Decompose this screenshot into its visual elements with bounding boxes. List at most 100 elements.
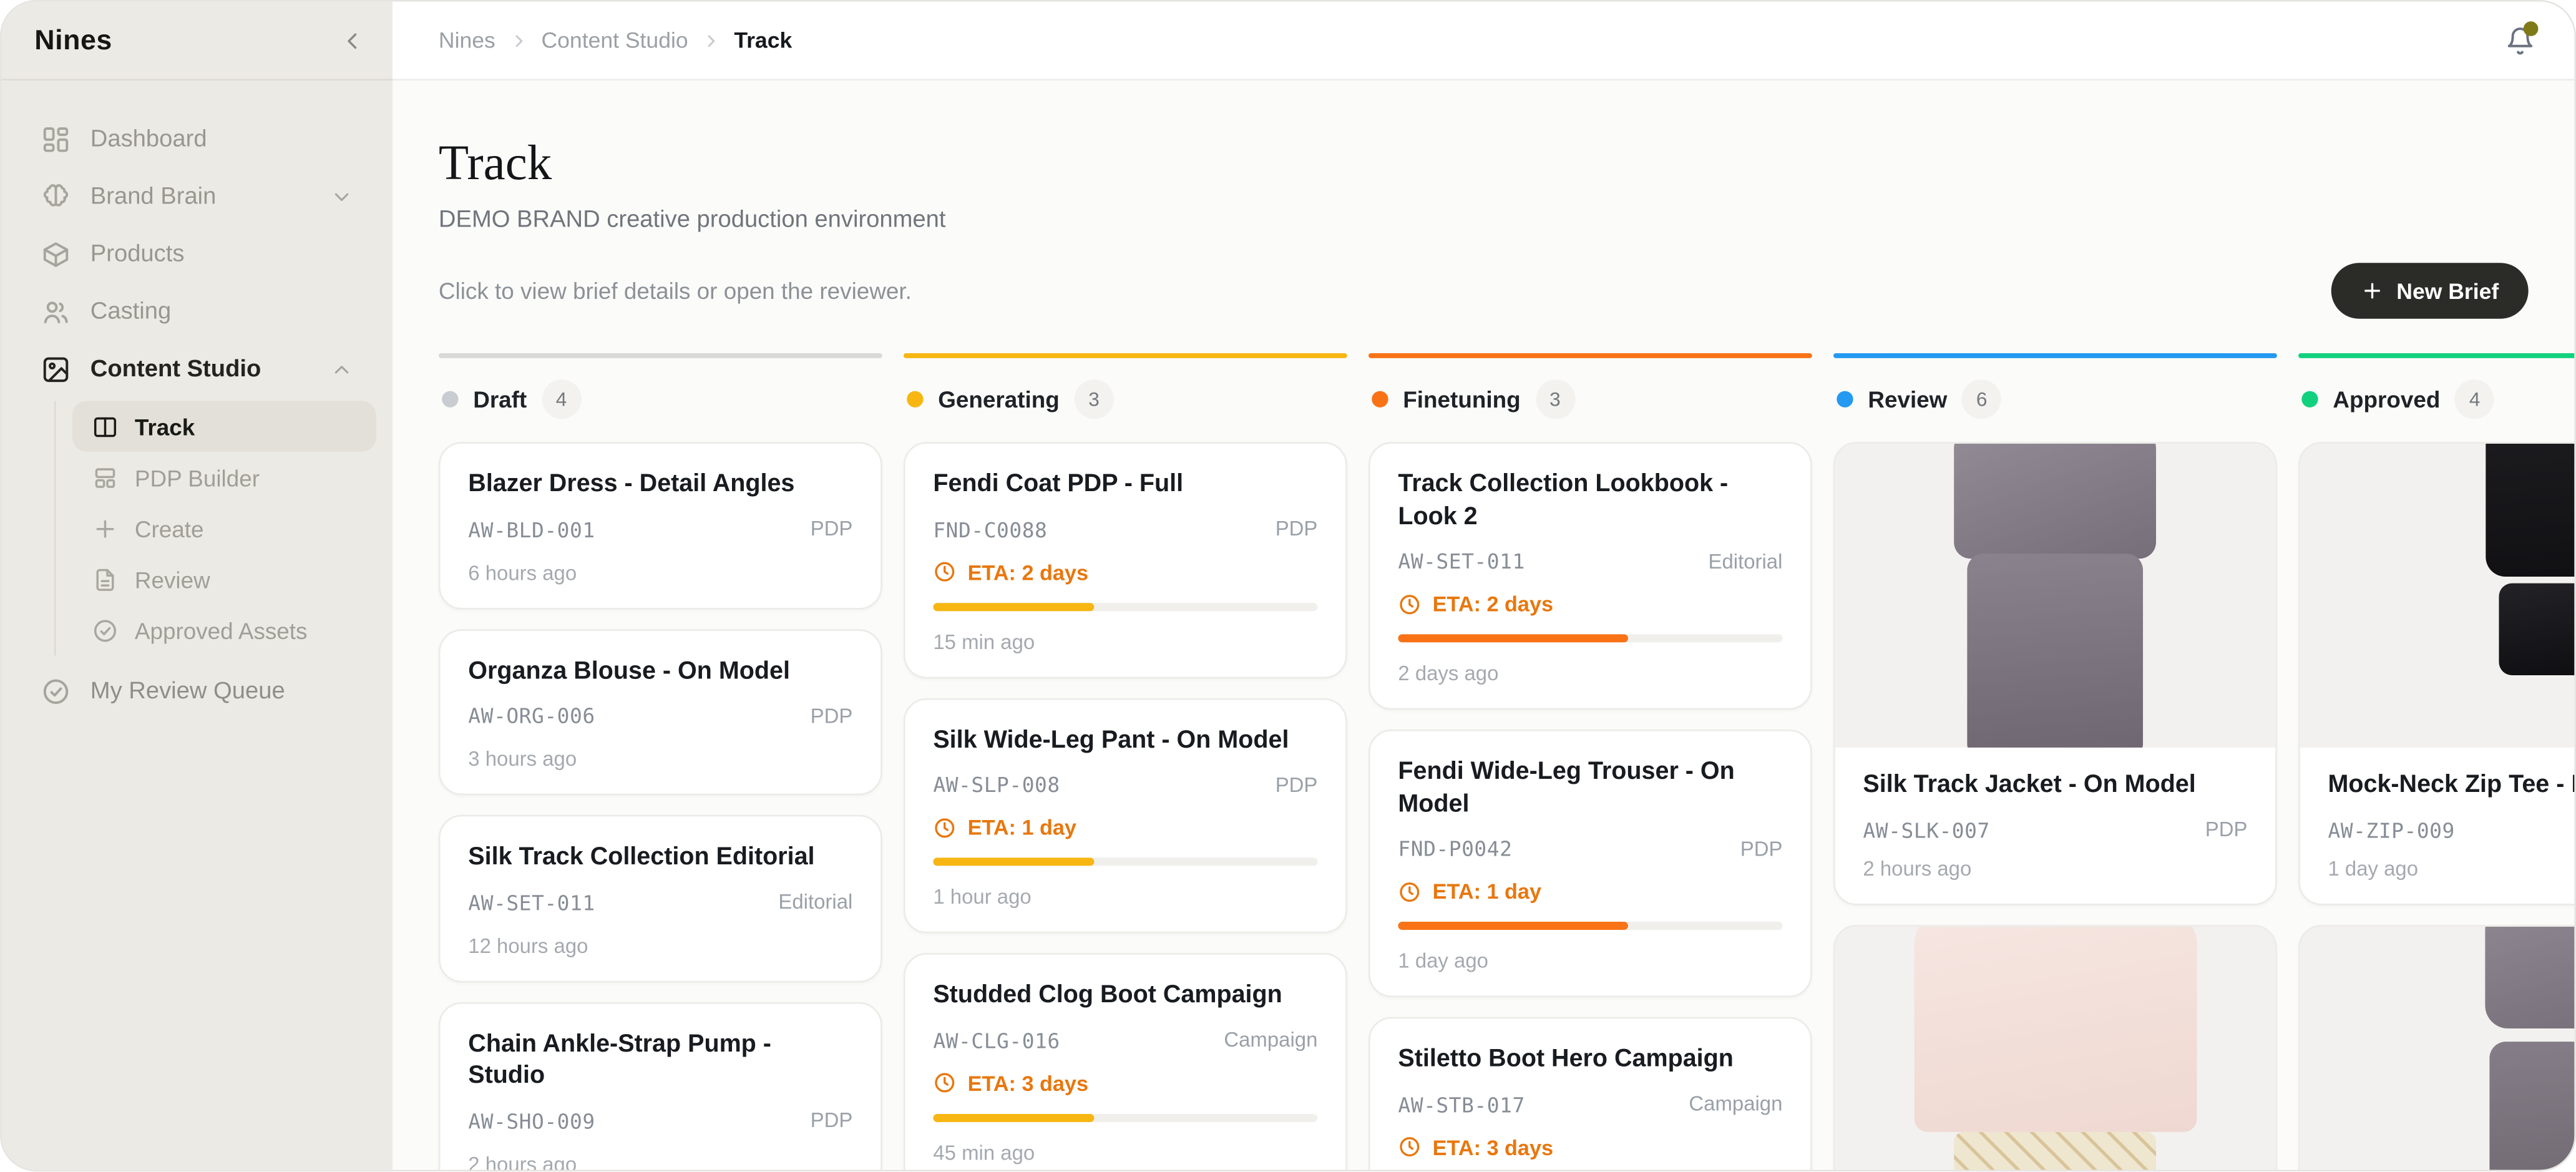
sidebar-item-label: Dashboard bbox=[90, 125, 353, 152]
progress-fill bbox=[933, 1113, 1095, 1121]
column-accent-bar bbox=[2298, 353, 2574, 358]
card-code: AW-CLG-016 bbox=[933, 1028, 1060, 1052]
column-count-badge: 4 bbox=[542, 379, 581, 419]
breadcrumb-item-nines[interactable]: Nines bbox=[439, 28, 495, 52]
brief-card[interactable]: Track Collection Lookbook - Look 2 AW-SE… bbox=[1368, 442, 1812, 710]
column-accent-bar bbox=[1368, 353, 1812, 358]
sidebar-item-brand-brain[interactable]: Brand Brain bbox=[18, 168, 376, 225]
card-code: AW-ORG-006 bbox=[468, 703, 595, 728]
card-type: PDP bbox=[811, 704, 853, 727]
sidebar-item-label: Casting bbox=[90, 298, 353, 325]
sidebar-item-pdp-builder[interactable]: PDP Builder bbox=[72, 452, 376, 503]
column-title: Approved bbox=[2333, 386, 2440, 413]
card-time: 3 hours ago bbox=[468, 748, 852, 771]
card-type: Campaign bbox=[1224, 1028, 1317, 1052]
brief-card[interactable]: Silk Track Collection Editorial AW-SET-0… bbox=[439, 815, 882, 982]
progress-track bbox=[1398, 634, 1782, 642]
card-title: Studded Clog Boot Campaign bbox=[933, 979, 1317, 1011]
brief-card[interactable]: Organza Blouse - Front AW-ORG-006PDP bbox=[1833, 924, 2277, 1170]
brief-card[interactable]: Chain Ankle-Strap Pump - Studio AW-SHO-0… bbox=[439, 1002, 882, 1170]
brief-card[interactable]: Track Collection Lookbook - L AW-SET-010 bbox=[2298, 924, 2574, 1170]
progress-track bbox=[1398, 922, 1782, 930]
card-code: AW-SLK-007 bbox=[1863, 818, 1989, 842]
page-subtitle: DEMO BRAND creative production environme… bbox=[439, 207, 2529, 233]
card-photo bbox=[1835, 926, 2276, 1170]
clock-icon bbox=[1398, 880, 1421, 903]
card-time: 1 hour ago bbox=[933, 886, 1317, 909]
card-title: Fendi Wide-Leg Trouser - On Model bbox=[1398, 756, 1782, 820]
card-type: PDP bbox=[811, 517, 853, 540]
columns-icon bbox=[92, 413, 118, 439]
card-photo bbox=[1835, 444, 2276, 748]
progress-track bbox=[933, 1113, 1317, 1121]
notification-dot bbox=[2524, 21, 2539, 36]
brief-card[interactable]: Studded Clog Boot Campaign AW-CLG-016 Cam… bbox=[904, 953, 1347, 1170]
chevron-right-icon bbox=[701, 31, 721, 51]
eta-label: ETA: 1 day bbox=[968, 815, 1076, 839]
card-time: 2 hours ago bbox=[468, 1153, 852, 1170]
sidebar-item-create[interactable]: Create bbox=[72, 503, 376, 554]
brief-card[interactable]: Fendi Coat PDP - Full FND-C0088PDP ETA: … bbox=[904, 442, 1347, 678]
image-icon bbox=[41, 354, 71, 383]
card-code: AW-STB-017 bbox=[1398, 1091, 1525, 1116]
brief-card[interactable]: Blazer Dress - Detail Angles AW-BLD-001P… bbox=[439, 442, 882, 608]
column-accent-bar bbox=[904, 353, 1347, 358]
sidebar-item-review[interactable]: Review bbox=[72, 554, 376, 605]
sidebar-item-casting[interactable]: Casting bbox=[18, 283, 376, 340]
card-code: AW-SET-011 bbox=[1398, 549, 1525, 573]
card-code: FND-C0088 bbox=[933, 517, 1047, 541]
brief-card[interactable]: Fendi Wide-Leg Trouser - On Model FND-P0… bbox=[1368, 730, 1812, 997]
column-accent-bar bbox=[439, 353, 882, 358]
progress-track bbox=[933, 857, 1317, 866]
breadcrumb-item-content-studio[interactable]: Content Studio bbox=[542, 28, 688, 52]
sidebar-item-products[interactable]: Products bbox=[18, 225, 376, 283]
board-column-generating: Generating 3 Fendi Coat PDP - Full FND-C… bbox=[904, 353, 1347, 1170]
eta-label: ETA: 3 days bbox=[1433, 1135, 1553, 1159]
status-dot bbox=[1372, 391, 1388, 408]
card-time: 1 day ago bbox=[2328, 857, 2574, 880]
brief-card[interactable]: Organza Blouse - On Model AW-ORG-006PDP … bbox=[439, 628, 882, 795]
card-title: Silk Track Jacket - On Model bbox=[1863, 769, 2247, 801]
card-type: Editorial bbox=[1709, 550, 1783, 573]
board-column-review: Review 6 Silk Track Jacket - On Model AW… bbox=[1833, 353, 2277, 1170]
clock-icon bbox=[933, 816, 956, 839]
page-title: Track bbox=[439, 137, 2529, 193]
check-circle-icon bbox=[41, 676, 71, 705]
board-column-finetuning: Finetuning 3 Track Collection Lookbook -… bbox=[1368, 353, 1812, 1170]
card-photo bbox=[2300, 926, 2575, 1170]
column-header: Review 6 bbox=[1837, 379, 2277, 419]
status-dot bbox=[442, 391, 458, 408]
sidebar-item-label: Products bbox=[90, 241, 353, 267]
top-bar: Nines Content Studio Track bbox=[393, 2, 2574, 81]
new-brief-button[interactable]: New Brief bbox=[2331, 263, 2529, 319]
eta-row: ETA: 1 day bbox=[1398, 879, 1782, 903]
sidebar-collapse-button[interactable] bbox=[340, 27, 366, 53]
brief-card[interactable]: Silk Wide-Leg Pant - On Model AW-SLP-008… bbox=[904, 698, 1347, 934]
eta-label: ETA: 2 days bbox=[968, 559, 1088, 584]
progress-fill bbox=[1398, 634, 1629, 642]
sidebar-item-my-review-queue[interactable]: My Review Queue bbox=[18, 662, 376, 720]
progress-fill bbox=[1398, 922, 1629, 930]
package-icon bbox=[41, 239, 71, 268]
eta-row: ETA: 2 days bbox=[933, 559, 1317, 584]
notification-bell-button[interactable] bbox=[2505, 26, 2535, 55]
brief-card[interactable]: Stiletto Boot Hero Campaign AW-STB-017Ca… bbox=[1368, 1017, 1812, 1170]
chevron-up-icon bbox=[330, 358, 353, 381]
sidebar-item-dashboard[interactable]: Dashboard bbox=[18, 110, 376, 167]
sidebar-item-content-studio[interactable]: Content Studio bbox=[18, 340, 376, 398]
users-icon bbox=[41, 296, 71, 326]
sidebar-nav: Dashboard Brand Brain Products bbox=[2, 81, 393, 720]
column-count-badge: 3 bbox=[1075, 379, 1114, 419]
brief-card[interactable]: Silk Track Jacket - On Model AW-SLK-007P… bbox=[1833, 442, 2277, 904]
card-title: Mock-Neck Zip Tee - E-comm bbox=[2328, 769, 2574, 801]
sidebar-item-label: Approved Assets bbox=[135, 617, 308, 643]
card-type: Campaign bbox=[1689, 1093, 1782, 1116]
board-column-draft: Draft 4 Blazer Dress - Detail Angles AW-… bbox=[439, 353, 882, 1170]
chevron-down-icon bbox=[330, 185, 353, 208]
sidebar-item-track[interactable]: Track bbox=[72, 401, 376, 452]
sidebar-item-label: Create bbox=[135, 515, 204, 541]
sidebar-header: Nines bbox=[2, 2, 393, 81]
sidebar-item-approved-assets[interactable]: Approved Assets bbox=[72, 605, 376, 656]
brief-card[interactable]: Mock-Neck Zip Tee - E-comm AW-ZIP-009 1 … bbox=[2298, 442, 2574, 904]
check-circle-icon bbox=[92, 617, 118, 643]
